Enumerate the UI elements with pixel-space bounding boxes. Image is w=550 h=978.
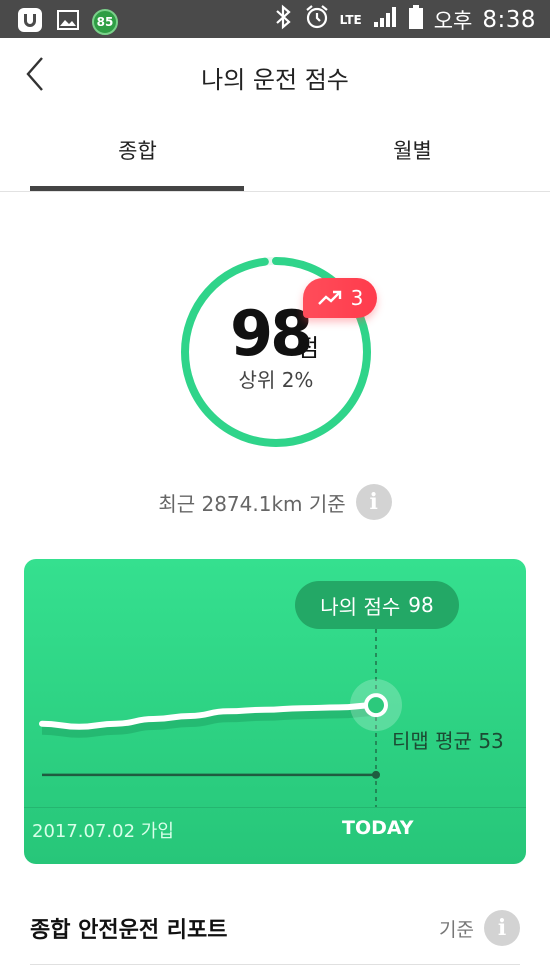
info-icon[interactable]: i xyxy=(355,484,392,520)
join-date-label: 2017.07.02 가입 xyxy=(32,821,174,842)
network-type: LTE xyxy=(339,12,362,27)
page-title: 나의 운전 점수 xyxy=(201,66,349,94)
score-trend-card: 나의 점수 98 티맵 평균 53 2017.07.02 가입 TODAY xyxy=(24,559,526,864)
tab-summary[interactable]: 종합 xyxy=(0,110,275,192)
status-time: 8:38 xyxy=(482,7,536,33)
trend-up-icon xyxy=(317,290,341,305)
status-ampm: 오후 xyxy=(433,9,473,33)
tab-selected-indicator xyxy=(30,186,244,191)
alarm-icon xyxy=(304,4,330,36)
status-bar: 85 LTE 오후 8:38 xyxy=(0,0,550,38)
report-title: 종합 안전운전 리포트 xyxy=(30,918,228,943)
u-plus-icon xyxy=(16,6,44,38)
app-header: 나의 운전 점수 xyxy=(0,38,550,110)
score-unit: 점 xyxy=(297,334,320,362)
gallery-icon xyxy=(56,8,80,36)
average-score-label: 티맵 평균 53 xyxy=(392,729,504,753)
my-score-point xyxy=(364,693,388,718)
average-score-point xyxy=(372,770,380,779)
score-change-badge: 3 xyxy=(303,278,377,318)
battery-saver-badge: 85 xyxy=(92,9,118,35)
report-basis-label: 기준 xyxy=(439,918,474,941)
my-score-value: 98 xyxy=(408,593,434,617)
chart-divider xyxy=(24,807,526,808)
report-info-icon[interactable]: i xyxy=(484,910,520,946)
score-change-value: 3 xyxy=(350,286,364,310)
battery-icon xyxy=(408,4,424,36)
report-divider xyxy=(30,964,520,965)
my-score-pill: 나의 점수 98 xyxy=(295,581,459,629)
distance-basis: 최근 2874.1km 기준 i xyxy=(0,484,550,520)
signal-icon xyxy=(372,5,398,35)
tab-bar: 종합 월별 xyxy=(0,110,550,192)
score-rank: 상위 2% xyxy=(226,364,326,393)
my-score-label: 나의 점수 xyxy=(320,594,401,619)
distance-basis-text: 최근 2874.1km 기준 xyxy=(158,491,346,516)
bluetooth-icon xyxy=(272,4,294,36)
today-label: TODAY xyxy=(342,817,414,839)
report-basis: 기준 i xyxy=(439,910,520,946)
tab-monthly[interactable]: 월별 xyxy=(275,110,550,192)
